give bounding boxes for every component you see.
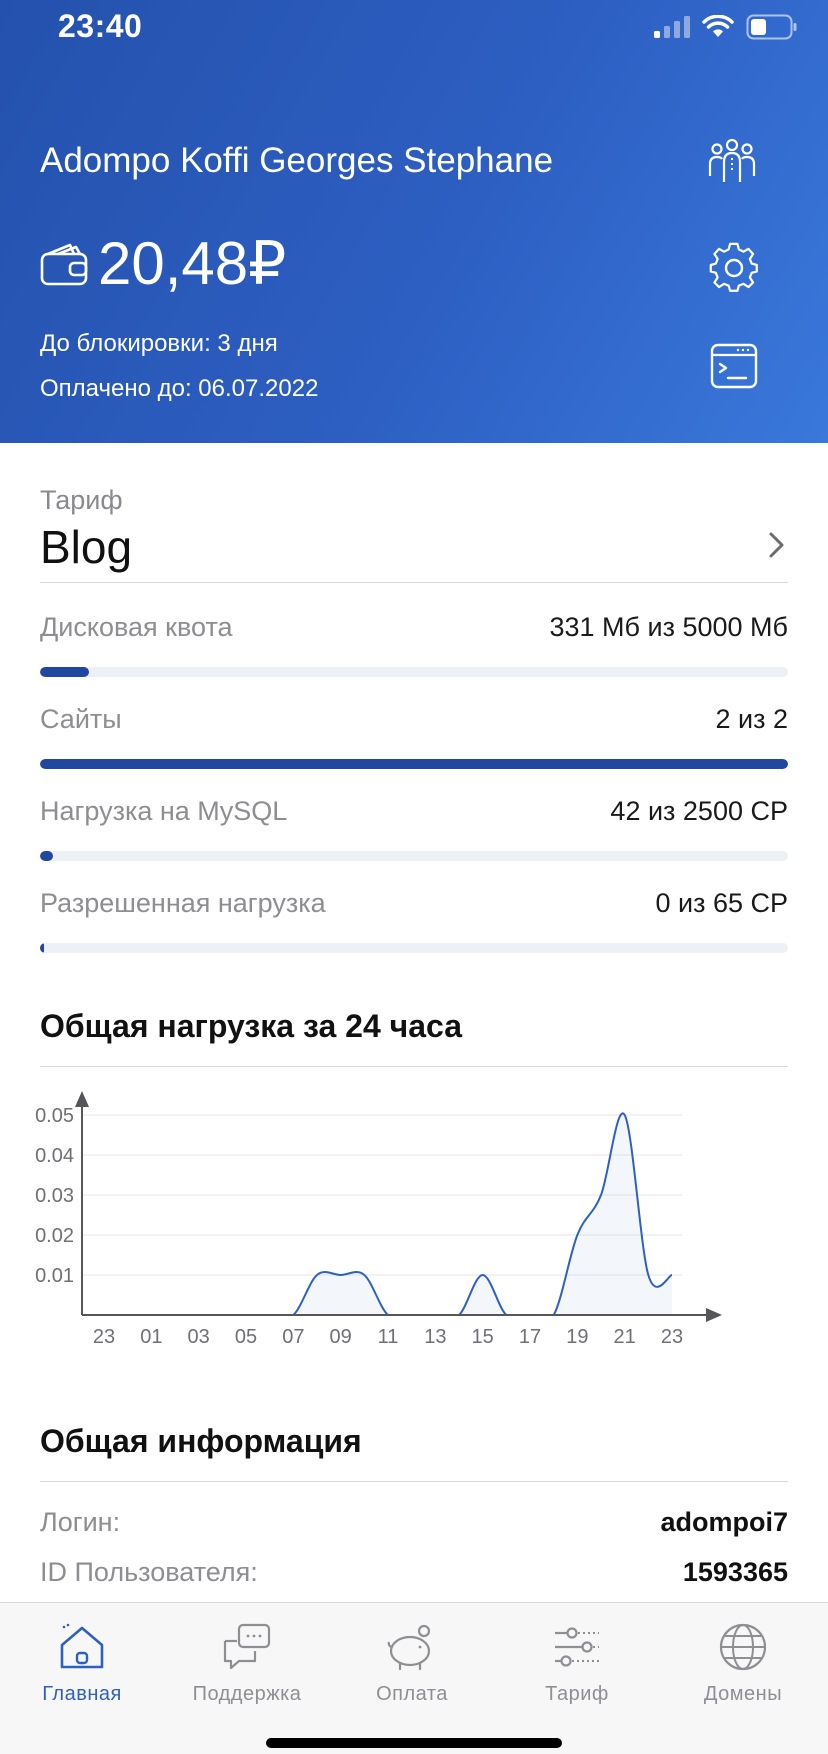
divider — [40, 1481, 788, 1482]
disk-quota-row: Дисковая квота 331 Мб из 5000 Мб — [40, 612, 788, 642]
quota-label: Дисковая квота — [40, 612, 233, 642]
status-icons — [654, 14, 798, 40]
chevron-right-icon[interactable] — [762, 530, 792, 560]
quota-label: Разрешенная нагрузка — [40, 888, 326, 918]
x-tick-label: 15 — [472, 1326, 494, 1348]
user-id-row: ID Пользователя: 1593365 — [40, 1557, 788, 1591]
gear-icon — [709, 242, 758, 292]
mysql-load-row: Нагрузка на MySQL 42 из 2500 CP — [40, 796, 788, 826]
allowed-load-row: Разрешенная нагрузка 0 из 65 CP — [40, 888, 788, 918]
x-tick-label: 05 — [235, 1326, 257, 1348]
sliders-icon — [549, 1619, 605, 1675]
allowed-load-bar-fill — [40, 943, 44, 953]
terminal-window-icon — [710, 343, 758, 389]
balance-value: 20,48₽ — [98, 230, 287, 297]
home-icon — [54, 1619, 110, 1675]
x-tick-label: 07 — [282, 1326, 304, 1348]
accounts-button[interactable] — [704, 134, 760, 190]
x-tick-label: 23 — [93, 1326, 115, 1348]
tab-label: Главная — [42, 1683, 122, 1705]
info-value: 1593365 — [682, 1557, 788, 1587]
divider — [40, 582, 788, 583]
tab-home[interactable]: Главная — [7, 1619, 157, 1719]
wifi-icon — [702, 15, 734, 37]
tab-label: Тариф — [545, 1683, 609, 1705]
paid-until: Оплачено до: 06.07.2022 — [40, 375, 319, 402]
info-label: Логин: — [40, 1507, 121, 1537]
x-tick-label: 11 — [378, 1326, 399, 1348]
user-name: Adompo Koffi Georges Stephane — [40, 141, 554, 180]
status-bar: 23:40 — [0, 0, 828, 56]
tab-bar: Главная Поддержка Оплата Тариф Домены — [0, 1602, 828, 1754]
info-value: adompoi7 — [660, 1507, 788, 1537]
quota-value: 42 из 2500 CP — [610, 796, 788, 826]
cellular-signal-icon — [654, 16, 690, 38]
allowed-load-bar — [40, 943, 788, 953]
tab-tariff[interactable]: Тариф — [502, 1619, 652, 1719]
users-group-icon — [708, 138, 756, 182]
mysql-load-bar-fill — [40, 851, 53, 861]
load-chart: 0.01 0.02 0.03 0.04 0.05 23 01 03 05 07 09 11 13 15 17… — [28, 1085, 788, 1365]
wallet-icon — [40, 243, 88, 286]
sites-quota-row: Сайты 2 из 2 — [40, 704, 788, 734]
tab-label: Домены — [703, 1683, 783, 1705]
console-button[interactable] — [706, 338, 762, 394]
tab-domains[interactable]: Домены — [668, 1619, 818, 1719]
quota-label: Нагрузка на MySQL — [40, 796, 288, 826]
quota-value: 2 из 2 — [715, 704, 789, 734]
tariff-label: Тариф — [40, 485, 123, 515]
battery-icon — [746, 14, 797, 40]
y-axis-arrow — [75, 1091, 89, 1107]
disk-quota-bar-fill — [40, 667, 90, 677]
x-tick-label: 01 — [140, 1326, 162, 1348]
sites-quota-bar — [40, 759, 788, 769]
tab-payment[interactable]: Оплата — [337, 1619, 487, 1719]
block-info: До блокировки: 3 дня — [40, 330, 278, 357]
status-time: 23:40 — [58, 8, 143, 44]
piggy-bank-icon — [384, 1619, 440, 1675]
tab-label: Оплата — [376, 1683, 448, 1705]
quota-value: 331 Мб из 5000 Мб — [549, 612, 789, 642]
tab-support[interactable]: Поддержка — [172, 1619, 322, 1719]
x-tick-label: 17 — [519, 1326, 541, 1348]
info-label: ID Пользователя: — [40, 1557, 258, 1587]
settings-button[interactable] — [706, 240, 762, 296]
disk-quota-bar — [40, 667, 788, 677]
y-tick-label: 0.03 — [35, 1185, 74, 1207]
x-tick-label: 13 — [424, 1326, 446, 1348]
sites-quota-bar-fill — [40, 759, 788, 769]
globe-icon — [715, 1619, 771, 1675]
chat-icon — [219, 1619, 275, 1675]
quota-value: 0 из 65 CP — [655, 888, 788, 918]
tab-label: Поддержка — [192, 1683, 302, 1705]
x-tick-label: 21 — [614, 1326, 636, 1348]
mysql-load-bar — [40, 851, 788, 861]
series-area — [104, 1113, 672, 1315]
load-chart-svg: 0.01 0.02 0.03 0.04 0.05 23 01 03 05 07 09 11 13 15 17… — [35, 1091, 722, 1348]
y-tick-label: 0.04 — [35, 1145, 74, 1167]
tariff-name[interactable]: Blog — [40, 520, 132, 574]
x-axis-arrow — [706, 1308, 722, 1322]
balance-row: 20,48₽ — [40, 228, 286, 300]
quota-label: Сайты — [40, 704, 122, 734]
x-tick-label: 09 — [330, 1326, 352, 1348]
chart-title: Общая нагрузка за 24 часа — [40, 1008, 462, 1044]
login-row: Логин: adompoi7 — [40, 1507, 788, 1541]
y-tick-label: 0.02 — [35, 1225, 74, 1247]
y-tick-label: 0.05 — [35, 1105, 74, 1127]
account-header: 23:40 Adompo Koffi Georges Stephane 20,4… — [0, 0, 828, 443]
y-tick-label: 0.01 — [35, 1265, 74, 1287]
home-indicator — [266, 1738, 562, 1748]
x-tick-label: 23 — [661, 1326, 683, 1348]
divider — [40, 1066, 788, 1067]
x-tick-label: 03 — [188, 1326, 210, 1348]
x-tick-label: 19 — [566, 1326, 588, 1348]
general-info-title: Общая информация — [40, 1423, 362, 1459]
